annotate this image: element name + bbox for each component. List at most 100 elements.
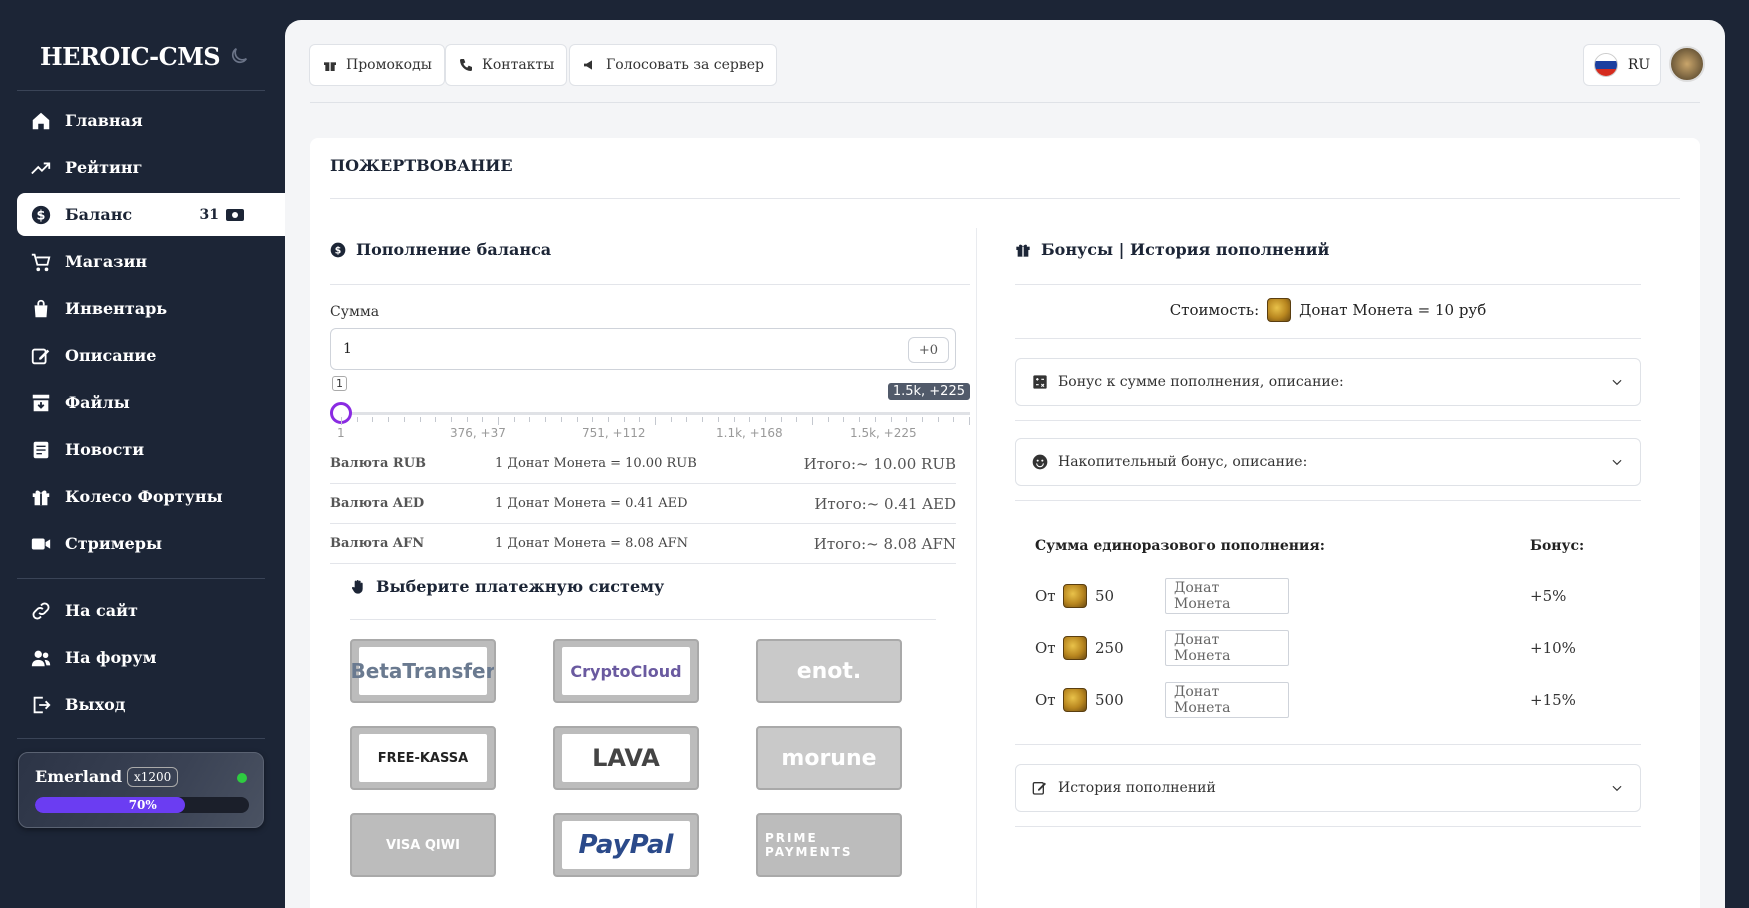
bonus-divider (1015, 338, 1641, 339)
sum-bonus-badge: +0 (907, 337, 949, 363)
tick-label: 1.5k, +225 (850, 426, 917, 440)
bonus-tier-row: От 250 Донат Монета +10% (1035, 628, 1595, 668)
logo[interactable]: HEROIC-CMS (40, 42, 221, 71)
slider-tick (749, 417, 751, 422)
currency-row: Валюта AED 1 Донат Монета = 0.41 AED Ито… (330, 484, 956, 524)
sidebar-item-news[interactable]: Новости (17, 428, 285, 471)
slider-tick (874, 417, 876, 422)
gift-icon (29, 485, 53, 509)
sidebar-item-label: Файлы (65, 393, 130, 412)
sidebar-item-site[interactable]: На сайт (17, 589, 285, 632)
vote-label: Голосовать за сервер (606, 57, 764, 73)
price-prefix: Стоимость: (1169, 301, 1260, 319)
moon-icon[interactable] (228, 45, 250, 67)
sidebar-divider (17, 738, 265, 739)
sidebar-item-inventory[interactable]: Инвентарь (17, 287, 285, 330)
cart-icon (29, 250, 53, 274)
history-accordion[interactable]: История пополнений (1015, 764, 1641, 812)
sidebar-divider (17, 90, 265, 91)
sidebar-item-wheel[interactable]: Колесо Фортуны (17, 475, 285, 518)
sidebar-item-shop[interactable]: Магазин (17, 240, 285, 283)
tick-label: 1.1k, +168 (716, 426, 783, 440)
sidebar-item-logout[interactable]: Выход (17, 683, 285, 726)
sidebar-item-label: Новости (65, 440, 145, 459)
payment-logo: LAVA (562, 734, 690, 782)
sidebar-item-label: Баланс (65, 205, 133, 224)
server-card[interactable]: Emerland x1200 70% (18, 752, 264, 828)
accordion-label: Бонус к сумме пополнения, описание: (1058, 374, 1344, 390)
server-progress-fill: 70% (35, 797, 185, 813)
bonus-tier-row: От 500 Донат Монета +15% (1035, 680, 1595, 720)
slider-tick (796, 417, 798, 422)
sidebar-item-description[interactable]: Описание (17, 334, 285, 377)
coin-icon (1063, 636, 1087, 660)
vote-button[interactable]: Голосовать за сервер (569, 44, 777, 86)
page-title: ПОЖЕРТВОВАНИЕ (330, 156, 513, 175)
bonus-title-text: Бонусы | История пополнений (1041, 240, 1330, 259)
slider-tick (356, 417, 358, 422)
payment-logo: CryptoCloud (562, 647, 690, 695)
payment-cryptocloud[interactable]: CryptoCloud (553, 639, 699, 703)
logout-icon (29, 693, 53, 717)
sum-input[interactable]: 1 +0 (330, 328, 956, 370)
svg-text:$: $ (37, 208, 46, 223)
gift-icon (324, 62, 336, 71)
sum-label: Сумма (330, 304, 380, 320)
accordion-label: История пополнений (1058, 780, 1216, 796)
price-line: Стоимость: Донат Монета = 10 руб (1015, 298, 1641, 322)
bonus-percent: +10% (1530, 639, 1576, 657)
slider-tick (843, 417, 845, 422)
currency-rate: 1 Донат Монета = 10.00 RUB (495, 456, 697, 471)
sidebar-item-forum[interactable]: На форум (17, 636, 285, 679)
currency-name: Валюта AED (330, 496, 425, 511)
promocodes-button[interactable]: Промокоды (309, 44, 445, 86)
coin-icon (1267, 298, 1292, 322)
bonus-currency-tag: Донат Монета (1165, 630, 1289, 666)
payment-enot[interactable]: enot. (756, 639, 902, 703)
calculator-icon (1033, 375, 1047, 389)
payment-logo: PayPal (562, 821, 690, 869)
payment-betatransfer[interactable]: BetaTransfer (350, 639, 496, 703)
payment-morune[interactable]: morune (756, 726, 902, 790)
home-icon (29, 109, 53, 133)
sidebar-item-streamers[interactable]: Стримеры (17, 522, 285, 565)
bonus-currency-tag: Донат Монета (1165, 682, 1289, 718)
payment-paypal[interactable]: PayPal (553, 813, 699, 877)
bonus-from: От (1035, 691, 1056, 709)
users-icon (29, 646, 53, 670)
chevron-down-icon (1612, 379, 1622, 386)
bonus-from: От (1035, 587, 1056, 605)
sidebar-item-balance[interactable]: $ Баланс 31 (17, 193, 285, 236)
bonus-description-accordion[interactable]: Бонус к сумме пополнения, описание: (1015, 358, 1641, 406)
slider-tick (670, 417, 672, 422)
price-text: Донат Монета = 10 руб (1299, 301, 1487, 319)
contacts-button[interactable]: Контакты (445, 44, 568, 86)
sum-slider-track[interactable] (340, 412, 970, 415)
bonus-divider (1015, 500, 1641, 501)
cumulative-bonus-accordion[interactable]: Накопительный бонус, описание: (1015, 438, 1641, 486)
payment-visa-qiwi[interactable]: VISA QIWI (350, 813, 496, 877)
sidebar-item-label: Выход (65, 695, 126, 714)
language-selector[interactable]: RU (1583, 44, 1661, 86)
currency-total: Итого:~ 10.00 RUB (803, 454, 956, 473)
sidebar-item-files[interactable]: Файлы (17, 381, 285, 424)
bonus-panel-title: Бонусы | История пополнений (1015, 240, 1329, 259)
slider-tick (607, 417, 609, 422)
smile-icon (1032, 454, 1048, 470)
payment-logo: VISA QIWI (386, 837, 460, 853)
payment-freekassa[interactable]: FREE-KASSA (350, 726, 496, 790)
sidebar-item-home[interactable]: Главная (17, 99, 285, 142)
server-progress-label: 70% (128, 798, 157, 812)
slider-tick (764, 417, 766, 422)
payment-logo: BetaTransfer (352, 647, 494, 695)
currency-name: Валюта RUB (330, 456, 427, 471)
payment-prime[interactable]: PRIME PAYMENTS (756, 813, 902, 877)
payment-lava[interactable]: LAVA (553, 726, 699, 790)
payment-title: Выберите платежную систему (350, 577, 664, 596)
sidebar-item-rating[interactable]: Рейтинг (17, 146, 285, 189)
slider-tick (733, 417, 735, 422)
avatar[interactable] (1669, 46, 1705, 82)
bonus-panel: Бонусы | История пополнений Стоимость: Д… (1015, 218, 1655, 908)
ru-flag-icon (1593, 53, 1618, 77)
download-box-icon (29, 391, 53, 415)
